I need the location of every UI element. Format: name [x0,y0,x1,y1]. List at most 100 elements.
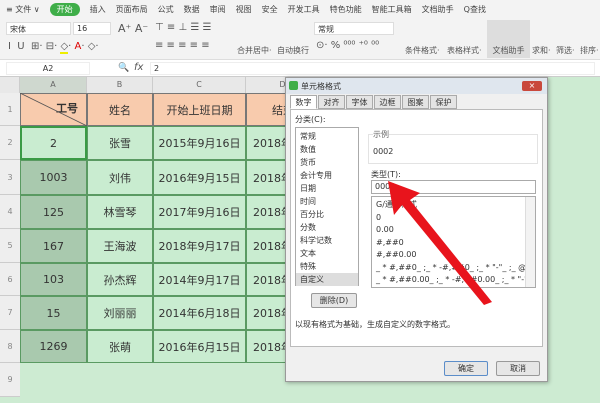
format-item[interactable]: #,##0 [372,237,535,250]
format-item[interactable]: G/通用格式 [372,199,535,212]
menu-item[interactable]: 插入 [90,4,106,15]
table-cell[interactable]: 刘丽丽 [87,296,153,330]
format-item[interactable]: 0 [372,212,535,225]
row-header-5[interactable]: 5 [0,229,20,263]
tab-5[interactable]: 保护 [430,95,457,109]
table-cell[interactable]: 张萌 [87,330,153,363]
sum-button[interactable]: 求和· [532,45,551,56]
category-list[interactable]: 常规 数值 货币 会计专用 日期 时间 百分比 分数 科学记数 文本 特殊 自定义 [295,127,359,286]
format-item[interactable]: _ * #,##0.00_ ;_ * -#,##0.00_ ;_ * "-"??… [372,274,535,287]
type-input[interactable]: 0000 [371,180,536,194]
fx-icon[interactable]: fx [134,62,143,73]
category-item[interactable]: 日期 [296,182,358,195]
table-cell[interactable]: 167 [20,229,87,263]
table-cell[interactable]: 2014年9月17日 [153,263,246,296]
column-header-B[interactable]: B [87,77,153,93]
category-item[interactable]: 自定义 [296,273,358,286]
font-select[interactable]: 宋体 [6,22,71,35]
table-cell[interactable]: 2 [20,126,87,160]
category-item[interactable]: 货币 [296,156,358,169]
close-icon[interactable]: × [522,81,542,91]
table-cell[interactable]: 刘伟 [87,160,153,195]
number-format-select[interactable]: 常规 [314,22,394,35]
menu-item[interactable]: 数据 [184,4,200,15]
format-item[interactable]: _ * #,##0_ ;_ * -#,##0_ ;_ * "-"_ ;_ @_ [372,262,535,275]
column-header-A[interactable]: A [20,77,87,93]
table-cell[interactable]: 1269 [20,330,87,363]
row-header-2[interactable]: 2 [0,126,20,160]
format-list[interactable]: G/通用格式 0 0.00 #,##0 #,##0.00 _ * #,##0_ ;_ * … [371,196,536,288]
tab-3[interactable]: 边框 [374,95,401,109]
column-header-C[interactable]: C [153,77,246,93]
format-icons[interactable]: I U ⊞· ⊟· ◇· A· ◇· [8,41,99,54]
menu-item[interactable]: 文档助手 [422,4,454,15]
menu-item[interactable]: 视图 [236,4,252,15]
category-item[interactable]: 科学记数 [296,234,358,247]
menu-item[interactable]: Q查找 [464,4,486,15]
table-cell[interactable]: 孙杰辉 [87,263,153,296]
delete-button[interactable]: 删除(D) [311,293,357,308]
doc-helper-button[interactable]: 文档助手 [487,20,530,58]
category-item[interactable]: 时间 [296,195,358,208]
menu-item[interactable]: 特色功能 [330,4,362,15]
table-cell[interactable]: 2014年6月18日 [153,296,246,330]
format-item[interactable]: 0.00 [372,224,535,237]
menu-item[interactable]: 开发工具 [288,4,320,15]
category-item[interactable]: 分数 [296,221,358,234]
table-cell[interactable]: 103 [20,263,87,296]
wrap-button[interactable]: 自动换行 [277,45,309,56]
row-header-8[interactable]: 8 [0,330,20,363]
menu-item[interactable]: 公式 [158,4,174,15]
align-h-icons[interactable]: ≡ ≡ ≡ ≡ ≡ [155,40,210,51]
ok-button[interactable]: 确定 [444,361,488,376]
sort-button[interactable]: 排序· [580,45,599,56]
name-box[interactable]: A2 [6,62,90,75]
table-cell[interactable]: 张雪 [87,126,153,160]
table-cell[interactable]: 2017年9月16日 [153,195,246,229]
align-icons[interactable]: ⊤ ≡ ⊥ ☰ ☰ [155,22,211,33]
category-item[interactable]: 会计专用 [296,169,358,182]
table-cell[interactable]: 2016年9月15日 [153,160,246,195]
tab-0[interactable]: 数字 [290,95,317,109]
tab-4[interactable]: 图案 [402,95,429,109]
row-header-3[interactable]: 3 [0,160,20,195]
menu-item[interactable]: 开始 [49,2,80,16]
number-icons[interactable]: ⊙· % ⁰⁰⁰ ⁺⁰ ⁰⁰ [316,40,379,51]
table-cell[interactable]: 2015年9月16日 [153,126,246,160]
table-style-button[interactable]: 表格样式· [447,45,482,56]
menu-item[interactable]: 安全 [262,4,278,15]
row-header-4[interactable]: 4 [0,195,20,229]
merge-button[interactable]: 合并居中· [237,45,272,56]
formula-input[interactable]: 2 [150,62,595,75]
menu-item[interactable]: 智能工具箱 [372,4,412,15]
cancel-button[interactable]: 取消 [496,361,540,376]
table-cell[interactable]: 王海波 [87,229,153,263]
row-header-6[interactable]: 6 [0,263,20,296]
table-cell[interactable]: 林雪琴 [87,195,153,229]
zoom-icon[interactable]: 🔍 [118,63,129,73]
cond-format-button[interactable]: 条件格式· [405,45,440,56]
font-grow-icon[interactable]: A⁺ A⁻ [118,22,148,35]
format-item[interactable]: #,##0.00 [372,249,535,262]
tab-1[interactable]: 对齐 [318,95,345,109]
format-list-scrollbar[interactable] [525,197,535,287]
table-cell[interactable]: 2018年9月17日 [153,229,246,263]
menu-item[interactable]: ≡ 文件 ∨ [6,4,40,15]
category-item[interactable]: 数值 [296,143,358,156]
filter-button[interactable]: 筛选· [556,45,575,56]
corner-select[interactable] [0,77,20,93]
row-header-9[interactable]: 9 [0,363,20,397]
category-item[interactable]: 百分比 [296,208,358,221]
menu-item[interactable]: 审阅 [210,4,226,15]
font-size-select[interactable]: 16 [73,22,111,35]
table-cell[interactable]: 2016年6月15日 [153,330,246,363]
row-header-7[interactable]: 7 [0,296,20,330]
category-item[interactable]: 特殊 [296,260,358,273]
table-cell[interactable]: 125 [20,195,87,229]
category-item[interactable]: 文本 [296,247,358,260]
table-cell[interactable]: 15 [20,296,87,330]
menu-item[interactable]: 页面布局 [116,4,148,15]
tab-2[interactable]: 字体 [346,95,373,109]
row-header-1[interactable]: 1 [0,93,20,126]
table-cell[interactable]: 1003 [20,160,87,195]
